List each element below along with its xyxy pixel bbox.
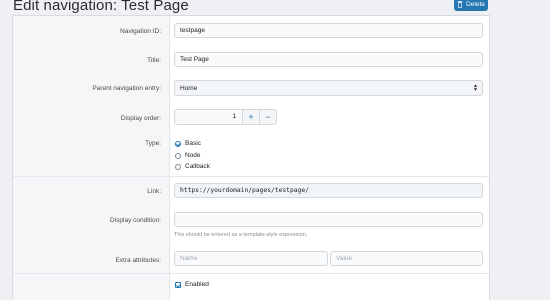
navigation-id-input[interactable]: testpage: [174, 23, 483, 38]
type-option-label: Callback: [185, 163, 210, 170]
display-condition-input[interactable]: [174, 212, 483, 227]
radio-icon: [175, 163, 181, 170]
delete-button[interactable]: Delete: [454, 0, 488, 11]
title-label: Title:: [147, 57, 161, 64]
link-label: Link:: [147, 188, 161, 195]
link-value: https://yourdomain/pages/testpage/: [180, 187, 309, 194]
parent-entry-value: Home: [180, 84, 198, 92]
decrement-button[interactable]: −: [260, 109, 277, 125]
type-option-basic[interactable]: Basic: [175, 140, 201, 147]
section-divider: [13, 176, 491, 177]
form-panel: Navigation ID: Title: Parent navigation …: [12, 15, 491, 300]
trash-icon: [457, 1, 463, 8]
section-divider: [13, 273, 491, 274]
edit-navigation-page: Edit navigation: Test Page Delete Naviga…: [0, 0, 550, 300]
enabled-label: Enabled: [185, 281, 209, 288]
link-input[interactable]: https://yourdomain/pages/testpage/: [174, 183, 483, 198]
display-order-input[interactable]: 1: [174, 109, 243, 125]
extra-attribute-value-input[interactable]: Value: [330, 251, 483, 266]
radio-icon: [175, 152, 181, 159]
navigation-id-value: testpage: [180, 27, 205, 34]
display-order-label: Display order:: [120, 115, 161, 122]
navigation-id-label: Navigation ID:: [120, 28, 161, 35]
type-option-label: Basic: [185, 140, 201, 147]
radio-checked-icon: [175, 140, 181, 147]
display-order-stepper: 1 + −: [174, 109, 277, 125]
enabled-checkbox-row[interactable]: Enabled: [175, 281, 209, 288]
delete-button-label: Delete: [466, 1, 485, 8]
increment-button[interactable]: +: [243, 109, 260, 125]
name-placeholder: Name: [180, 255, 198, 262]
page-title: Edit navigation: Test Page: [13, 0, 189, 14]
type-option-label: Node: [185, 152, 201, 159]
select-arrows-icon: ▲ ▼: [473, 83, 478, 93]
parent-entry-select[interactable]: Home ▲ ▼: [174, 80, 483, 96]
label-column: Navigation ID: Title: Parent navigation …: [13, 16, 170, 300]
checkbox-checked-icon[interactable]: [175, 281, 181, 288]
title-input[interactable]: Test Page: [174, 52, 483, 67]
type-option-node[interactable]: Node: [175, 152, 201, 159]
extra-attributes-label: Extra attributes:: [115, 257, 161, 264]
display-condition-label: Display condition:: [110, 217, 161, 224]
type-label: Type:: [145, 140, 161, 147]
value-placeholder: Value: [336, 255, 353, 262]
type-option-callback[interactable]: Callback: [175, 163, 210, 170]
display-condition-hint: This should be entered as a template-sty…: [174, 232, 308, 238]
extra-attribute-name-input[interactable]: Name: [174, 251, 328, 266]
title-value: Test Page: [180, 56, 209, 63]
parent-entry-label: Parent navigation entry:: [92, 85, 161, 92]
